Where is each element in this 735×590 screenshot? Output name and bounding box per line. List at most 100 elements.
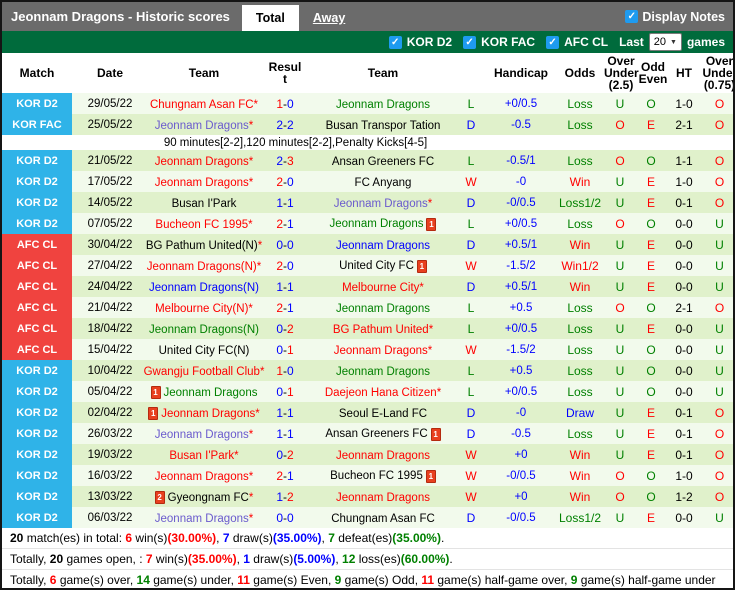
team-name[interactable]: Jeonnam Dragons* — [334, 345, 432, 357]
team-name[interactable]: Jeonnam Dragons* — [334, 198, 432, 210]
odds-result: Loss — [567, 300, 593, 315]
games-label: games — [686, 35, 725, 49]
team-name[interactable]: Busan I'Park — [172, 198, 237, 210]
team-name[interactable]: Busan Transpor Tation — [326, 120, 441, 132]
table-row: KOR D2 07/05/22 Bucheon FC 1995* 2-1 Jeonnam… — [2, 213, 733, 234]
team-name[interactable]: Chungnam Asan FC — [331, 513, 435, 525]
table-row: KOR D2 17/05/22 Jeonnam Dragons* 2-0 FC Anya… — [2, 171, 733, 192]
match-date: 25/05/22 — [87, 118, 133, 131]
over-under-2_5-value: O — [615, 300, 625, 315]
team-name[interactable]: Melbourne City(N)* — [155, 303, 253, 315]
team-name[interactable]: Ansan Greeners FC — [332, 156, 434, 168]
half-time-score: 1-0 — [675, 96, 693, 111]
team-name[interactable]: Jeonnam Dragons* — [155, 120, 253, 132]
odds-result: Win — [569, 174, 591, 189]
team-name[interactable]: Jeonnam Dragons* — [155, 156, 253, 168]
team-name[interactable]: Gwangju Football Club* — [144, 366, 265, 378]
over-under-2_5-value: U — [615, 321, 625, 336]
team-name[interactable]: Busan I'Park* — [169, 450, 238, 462]
home-team: BG Pathum United(N)* — [146, 238, 262, 252]
team-name[interactable]: Jeonnam Dragons* — [155, 513, 253, 525]
home-team: Jeonnam Dragons* — [148, 469, 260, 483]
away-team: Jeonnam Dragons* — [310, 196, 456, 210]
team-name[interactable]: Daejeon Hana Citizen* — [325, 387, 441, 399]
team-name[interactable]: Jeonnam Dragons — [164, 387, 258, 399]
match-date: 21/04/22 — [87, 301, 133, 314]
over-under-0_75-value: U — [715, 279, 724, 294]
team-name[interactable]: Jeonnam Dragons — [336, 99, 430, 111]
afc-cl-checkbox[interactable]: ✓ — [546, 35, 560, 49]
team-name[interactable]: Jeonnam Dragons* — [161, 408, 259, 420]
team-name[interactable]: Jeonnam Dragons(N)* — [147, 261, 261, 273]
result-letter: D — [466, 279, 476, 294]
games-count-select[interactable]: 20 ▼ — [648, 33, 682, 51]
odd-even-value: O — [646, 342, 656, 357]
team-name[interactable]: Jeonnam Dragons — [336, 492, 430, 504]
handicap-value: -1.5/2 — [506, 259, 536, 272]
team-name[interactable]: Gyeongnam FC* — [168, 492, 254, 504]
last-label: Last — [619, 35, 644, 49]
team-name[interactable]: Jeonnam Dragons* — [155, 429, 253, 441]
odd-even-value: O — [646, 468, 656, 483]
half-time-score: 1-2 — [675, 489, 693, 504]
league-filter-bar: ✓ KOR D2 ✓ KOR FAC ✓ AFC CL Last 20 ▼ ga… — [2, 31, 733, 53]
kor-fac-label: KOR FAC — [481, 35, 536, 49]
team-name[interactable]: BG Pathum United* — [333, 324, 433, 336]
odd-even-value: O — [646, 216, 656, 231]
column-header-over-under-2_5: Over Under (2.5) — [604, 54, 639, 92]
result-letter: W — [465, 468, 477, 483]
home-team: 1 Jeonnam Dragons — [148, 384, 260, 399]
tab-total[interactable]: Total — [241, 5, 299, 31]
half-time-score: 1-0 — [675, 174, 693, 189]
over-under-2_5-value: U — [615, 510, 625, 525]
odd-even-value: O — [646, 384, 656, 399]
kor-d2-checkbox[interactable]: ✓ — [388, 35, 402, 49]
team-name[interactable]: Bucheon FC 1995 — [330, 470, 423, 482]
team-name[interactable]: Jeonnam Dragons — [336, 240, 430, 252]
team-name[interactable]: BG Pathum United(N)* — [146, 240, 262, 252]
column-header-team-home: Team — [188, 66, 220, 80]
team-name[interactable]: Jeonnam Dragons* — [155, 471, 253, 483]
away-team: Jeonnam Dragons — [310, 238, 456, 252]
team-name[interactable]: FC Anyang — [355, 177, 412, 189]
team-name[interactable]: Jeonnam Dragons — [336, 303, 430, 315]
over-under-2_5-value: O — [615, 468, 625, 483]
display-notes-checkbox[interactable]: ✓ — [625, 10, 639, 23]
odds-result: Loss1/2 — [558, 510, 602, 525]
team-name[interactable]: Melbourne City* — [342, 282, 424, 294]
table-row: KOR FAC 25/05/22 Jeonnam Dragons* 2-2 Busan … — [2, 114, 733, 135]
table-row: AFC CL 30/04/22 BG Pathum United(N)* 0-0 Jeo… — [2, 234, 733, 255]
team-name[interactable]: United City FC — [339, 260, 414, 272]
kor-fac-checkbox[interactable]: ✓ — [463, 35, 477, 49]
column-header-over-under-0_75: Over Under (0.75) — [702, 54, 735, 92]
home-team: Jeonnam Dragons* — [148, 118, 260, 132]
half-time-score: 0-0 — [675, 216, 693, 231]
team-name[interactable]: Chungnam Asan FC* — [150, 99, 258, 111]
team-name[interactable]: Jeonnam Dragons(N) — [149, 282, 259, 294]
odds-result: Loss — [567, 153, 593, 168]
match-date: 17/05/22 — [87, 175, 133, 188]
full-time-score: 2-1 — [276, 468, 294, 483]
odds-result: Loss — [567, 117, 593, 132]
handicap-value: +0/0.5 — [504, 385, 538, 398]
team-name[interactable]: Jeonnam Dragons — [330, 218, 424, 230]
team-name[interactable]: Bucheon FC 1995* — [155, 219, 252, 231]
league-badge: AFC CL — [2, 255, 72, 276]
odd-even-value: E — [646, 258, 655, 273]
team-name[interactable]: Jeonnam Dragons* — [155, 177, 253, 189]
team-name[interactable]: Ansan Greeners FC — [325, 428, 427, 440]
odds-result: Win — [569, 447, 591, 462]
team-name[interactable]: United City FC(N) — [159, 345, 250, 357]
tab-away[interactable]: Away — [299, 5, 359, 31]
half-time-score: 1-1 — [675, 153, 693, 168]
match-league-cell: AFC CL — [2, 255, 72, 276]
odds-result: Loss — [567, 342, 593, 357]
league-badge: KOR D2 — [2, 150, 72, 171]
team-name[interactable]: Seoul E-Land FC — [339, 408, 427, 420]
away-team: Chungnam Asan FC — [310, 511, 456, 525]
odd-even-value: E — [646, 174, 655, 189]
team-name[interactable]: Jeonnam Dragons — [336, 450, 430, 462]
team-name[interactable]: Jeonnam Dragons — [336, 366, 430, 378]
team-name[interactable]: Jeonnam Dragons(N) — [149, 324, 259, 336]
table-row: AFC CL 24/04/22 Jeonnam Dragons(N) 1-1 Melbo… — [2, 276, 733, 297]
